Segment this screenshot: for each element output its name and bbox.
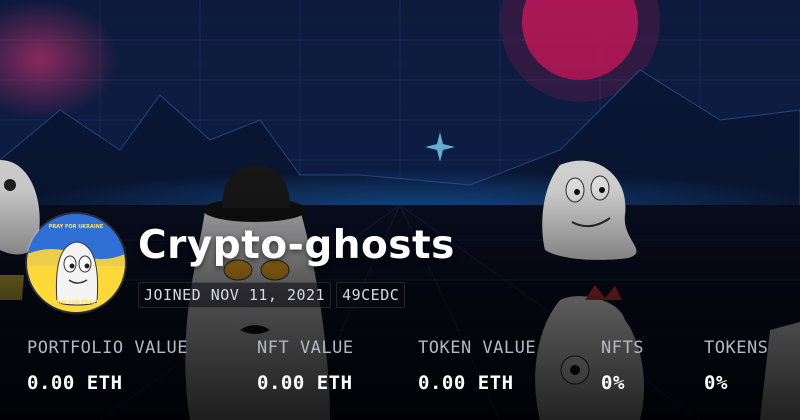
stat-value: 0.00 ETH (27, 372, 123, 394)
joined-date-badge: JOINED NOV 11, 2021 (138, 282, 332, 308)
avatar-caption-bottom: PRAY FOR PEACE (52, 300, 100, 306)
profile-tags: JOINED NOV 11, 2021 49CEDC (138, 282, 406, 308)
stat-nfts-share: NFTS 0% (601, 338, 644, 394)
address-badge[interactable]: 49CEDC (336, 282, 406, 308)
profile-avatar[interactable]: PRAY FOR UKRAINE PRAY FOR PEACE (27, 214, 125, 312)
stat-portfolio-value: PORTFOLIO VALUE 0.00 ETH (27, 338, 188, 394)
stats-bar: PORTFOLIO VALUE 0.00 ETH NFT VALUE 0.00 … (0, 338, 800, 398)
profile-name: Crypto-ghosts (138, 223, 455, 268)
stat-tokens-share: TOKENS 0% (704, 338, 768, 394)
stat-value: 0.00 ETH (257, 372, 353, 394)
stat-label: PORTFOLIO VALUE (27, 338, 189, 358)
stat-value: 0% (704, 372, 728, 394)
stat-label: TOKEN VALUE (418, 338, 537, 358)
stat-nft-value: NFT VALUE 0.00 ETH (257, 338, 354, 394)
stat-label: TOKENS (704, 338, 769, 358)
stat-token-value: TOKEN VALUE 0.00 ETH (418, 338, 536, 394)
stat-value: 0% (601, 372, 625, 394)
stat-value: 0.00 ETH (418, 372, 514, 394)
stat-label: NFT VALUE (257, 338, 354, 358)
avatar-caption-top: PRAY FOR UKRAINE (48, 224, 104, 230)
stat-label: NFTS (601, 338, 644, 358)
